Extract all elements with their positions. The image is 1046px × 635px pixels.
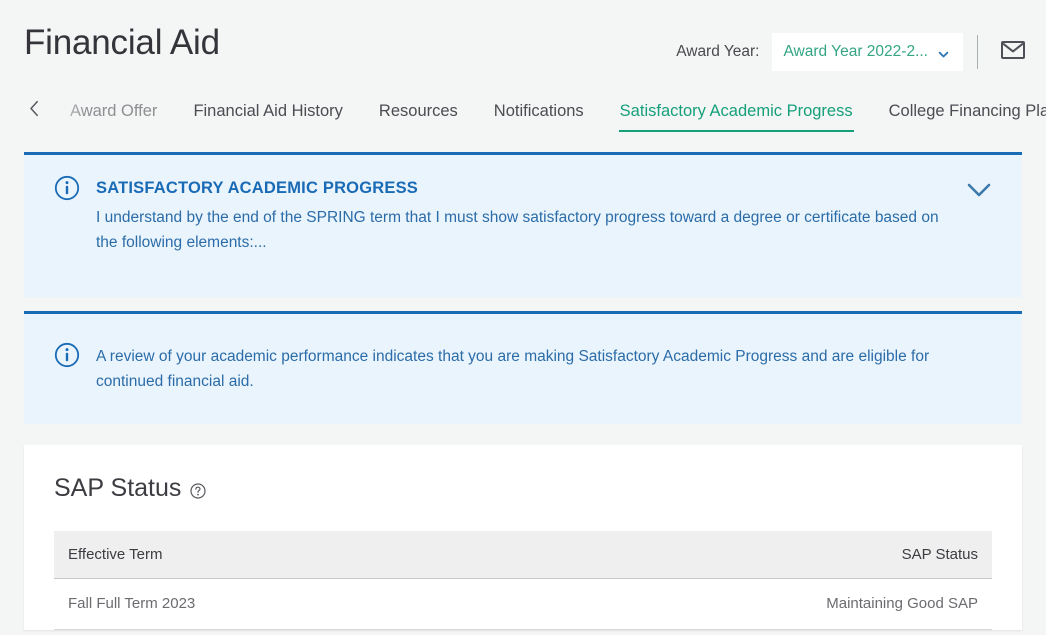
tab-bar: Award Offer Financial Aid History Resour… — [0, 96, 1046, 152]
cell-sap-status: Maintaining Good SAP — [523, 578, 992, 630]
help-circle-icon[interactable] — [190, 483, 207, 499]
panel-text: A review of your academic performance in… — [96, 348, 930, 390]
info-circle-icon — [54, 175, 80, 201]
tab-notifications[interactable]: Notifications — [476, 96, 602, 132]
main-content: SATISFACTORY ACADEMIC PROGRESS I underst… — [0, 152, 1046, 630]
header-controls: Award Year: Award Year 2022-2... — [676, 30, 1030, 74]
tab-award-offer[interactable]: Award Offer — [52, 96, 175, 132]
tab-satisfactory-academic-progress[interactable]: Satisfactory Academic Progress — [602, 96, 871, 132]
panel-title: SATISFACTORY ACADEMIC PROGRESS — [96, 179, 418, 197]
table-header-row: Effective Term SAP Status — [54, 530, 992, 579]
award-year-dropdown[interactable]: Award Year 2022-2... — [771, 33, 963, 71]
tabs-scroll-left-button[interactable] — [24, 97, 44, 125]
sap-acknowledgement-panel[interactable]: SATISFACTORY ACADEMIC PROGRESS I underst… — [24, 152, 1022, 297]
sap-status-heading: SAP Status — [54, 474, 992, 503]
column-header-effective-term: Effective Term — [54, 530, 523, 579]
header-divider — [977, 35, 978, 69]
page-title: Financial Aid — [24, 23, 220, 62]
sap-status-card: SAP Status Effective Term SAP Status Fal… — [24, 445, 1022, 630]
table-body: Fall Full Term 2023 Maintaining Good SAP — [54, 578, 992, 630]
column-header-sap-status: SAP Status — [523, 530, 992, 579]
table-head: Effective Term SAP Status — [54, 530, 992, 579]
sap-status-table: Effective Term SAP Status Fall Full Term… — [54, 530, 992, 630]
tab-financial-aid-history[interactable]: Financial Aid History — [175, 96, 360, 132]
panel-text: I understand by the end of the SPRING te… — [96, 209, 939, 251]
table-row: Fall Full Term 2023 Maintaining Good SAP — [54, 578, 992, 630]
info-circle-icon — [54, 342, 80, 368]
panel-expand-button[interactable] — [966, 181, 992, 201]
mail-button[interactable] — [996, 35, 1030, 69]
page-header: Financial Aid Award Year: Award Year 202… — [0, 0, 1046, 96]
sap-eligibility-panel: A review of your academic performance in… — [24, 311, 1022, 424]
tab-resources[interactable]: Resources — [361, 96, 476, 132]
chevron-left-icon — [29, 100, 40, 122]
panel-spacer — [24, 297, 1022, 311]
sap-status-title: SAP Status — [54, 474, 182, 502]
chevron-down-icon — [938, 47, 949, 58]
chevron-down-icon — [966, 183, 992, 203]
cell-effective-term: Fall Full Term 2023 — [54, 578, 523, 630]
envelope-icon — [1001, 40, 1025, 64]
award-year-label: Award Year: — [676, 43, 760, 60]
tabs-list: Award Offer Financial Aid History Resour… — [52, 96, 1046, 132]
award-year-value: Award Year 2022-2... — [783, 43, 929, 60]
tab-college-financing-plan[interactable]: College Financing Plan — [871, 96, 1046, 132]
